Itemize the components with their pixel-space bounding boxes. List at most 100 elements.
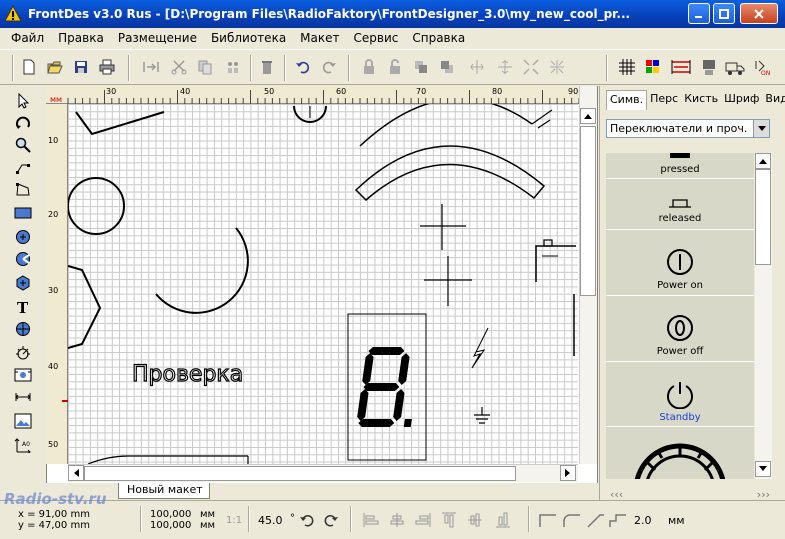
corner-arc-button[interactable] [608, 511, 628, 532]
arc-line-shape[interactable] [359, 104, 533, 147]
crosshair-shape[interactable] [420, 204, 466, 250]
bring-front-button[interactable] [410, 56, 432, 78]
align-center-button[interactable] [388, 511, 406, 532]
symbol-item-knob[interactable] [606, 428, 754, 479]
menu-help[interactable]: Справка [405, 31, 472, 45]
align-right-button[interactable] [414, 511, 432, 532]
dropdown-button[interactable] [753, 120, 769, 137]
polygon-tool[interactable] [12, 178, 34, 200]
arc-tool[interactable] [12, 248, 34, 270]
scroll-up-button[interactable] [755, 153, 771, 169]
bracket-shape[interactable] [68, 265, 102, 349]
circle-shape[interactable] [68, 177, 125, 235]
redo-button[interactable] [318, 56, 340, 78]
seven-segment-digit[interactable] [356, 347, 422, 427]
symbol-item-power-off[interactable]: Power off [606, 297, 754, 362]
menu-service[interactable]: Сервис [347, 31, 406, 45]
crosshair-shape[interactable] [424, 256, 472, 306]
coordinate-tool[interactable]: A0 [12, 434, 34, 456]
crosshair-tool[interactable] [12, 318, 34, 340]
corner-bevel-button[interactable] [586, 511, 606, 532]
battery-shape[interactable] [535, 245, 576, 282]
shrink-button[interactable] [546, 56, 568, 78]
polyline-shape[interactable] [75, 111, 165, 136]
cut-button[interactable] [168, 56, 190, 78]
align-bottom-button[interactable] [494, 511, 512, 532]
align-top-button[interactable] [440, 511, 458, 532]
tab-personal[interactable]: Перс [647, 90, 681, 110]
drawing-canvas[interactable]: Проверка [68, 104, 578, 464]
circle-tool[interactable] [12, 226, 34, 248]
lightning-shape[interactable] [471, 327, 489, 369]
arc-shape[interactable] [155, 227, 249, 314]
expand-button[interactable] [520, 56, 542, 78]
tab-view[interactable]: Вид [762, 90, 785, 110]
menu-library[interactable]: Библиотека [204, 31, 293, 45]
menu-layout[interactable]: Макет [293, 31, 346, 45]
rectangle-tool[interactable] [12, 202, 34, 224]
picture-tool[interactable] [12, 410, 34, 432]
menu-file[interactable]: Файл [4, 31, 51, 45]
bottom-line-shape[interactable] [87, 455, 248, 464]
canvas-text-object[interactable]: Проверка [131, 361, 243, 387]
grid-toggle-button[interactable] [616, 56, 638, 78]
menu-arrange[interactable]: Размещение [111, 31, 204, 45]
copy-button[interactable] [194, 56, 216, 78]
center-vertical-button[interactable] [494, 56, 516, 78]
tab-new-layout[interactable]: Новый макет [118, 483, 210, 499]
on-switch-button[interactable]: ON [752, 56, 774, 78]
restore-button[interactable] [713, 3, 735, 24]
scroll-up-button[interactable] [580, 108, 596, 124]
canvas-vertical-scrollbar[interactable] [579, 86, 597, 464]
select-tool[interactable] [12, 90, 34, 112]
symbol-list-scrollbar[interactable] [755, 153, 772, 479]
scroll-thumb[interactable] [755, 169, 771, 265]
corner-round-button[interactable] [562, 511, 582, 532]
menu-edit[interactable]: Правка [51, 31, 111, 45]
transport-button[interactable] [724, 56, 746, 78]
machining-button[interactable] [698, 56, 720, 78]
rotate-left-button[interactable] [298, 511, 316, 532]
align-button[interactable] [140, 56, 162, 78]
undo-button[interactable] [292, 56, 314, 78]
hexagon-tool[interactable] [12, 272, 34, 294]
scroll-thumb[interactable] [580, 126, 596, 296]
line-tool[interactable] [12, 156, 34, 178]
rotate-right-button[interactable] [322, 511, 340, 532]
delete-button[interactable] [256, 56, 278, 78]
align-left-button[interactable] [362, 511, 380, 532]
text-tool[interactable]: T [12, 296, 34, 318]
line-width-value[interactable]: 2.0 [634, 515, 652, 526]
group-button[interactable] [222, 56, 244, 78]
image-tool[interactable] [12, 364, 34, 386]
tab-font[interactable]: Шриф [721, 90, 762, 110]
align-middle-button[interactable] [466, 511, 484, 532]
category-select[interactable]: Переключатели и проч. [606, 119, 770, 138]
lock-button[interactable] [358, 56, 380, 78]
scale-tool[interactable] [12, 342, 34, 364]
new-file-button[interactable] [18, 56, 40, 78]
print-button[interactable] [96, 56, 118, 78]
open-file-button[interactable] [44, 56, 66, 78]
center-horizontal-button[interactable] [466, 56, 488, 78]
arc-band-shape[interactable] [354, 145, 546, 202]
save-button[interactable] [70, 56, 92, 78]
scroll-right-button[interactable] [560, 465, 576, 481]
tab-brush[interactable]: Кисть [681, 90, 721, 110]
corner-square-button[interactable] [538, 511, 558, 532]
symbol-item-pressed[interactable]: pressed [606, 153, 754, 179]
dimension-tool[interactable] [12, 386, 34, 408]
symbol-item-released[interactable]: released [606, 180, 754, 230]
tab-symbols[interactable]: Симв. [606, 90, 648, 110]
canvas-horizontal-scrollbar[interactable] [68, 464, 578, 482]
rotation-angle[interactable]: 45.0 [258, 515, 283, 526]
dimension-button[interactable] [670, 56, 692, 78]
symbol-item-standby[interactable]: Standby [606, 363, 754, 427]
rotate-tool[interactable] [12, 112, 34, 134]
arc-endcap-shape[interactable] [531, 109, 553, 129]
scroll-left-button[interactable] [68, 465, 84, 481]
symbol-item-power-on[interactable]: Power on [606, 231, 754, 296]
battery-terminal-shape[interactable] [543, 239, 553, 247]
unlock-button[interactable] [384, 56, 406, 78]
close-button[interactable] [740, 3, 778, 24]
